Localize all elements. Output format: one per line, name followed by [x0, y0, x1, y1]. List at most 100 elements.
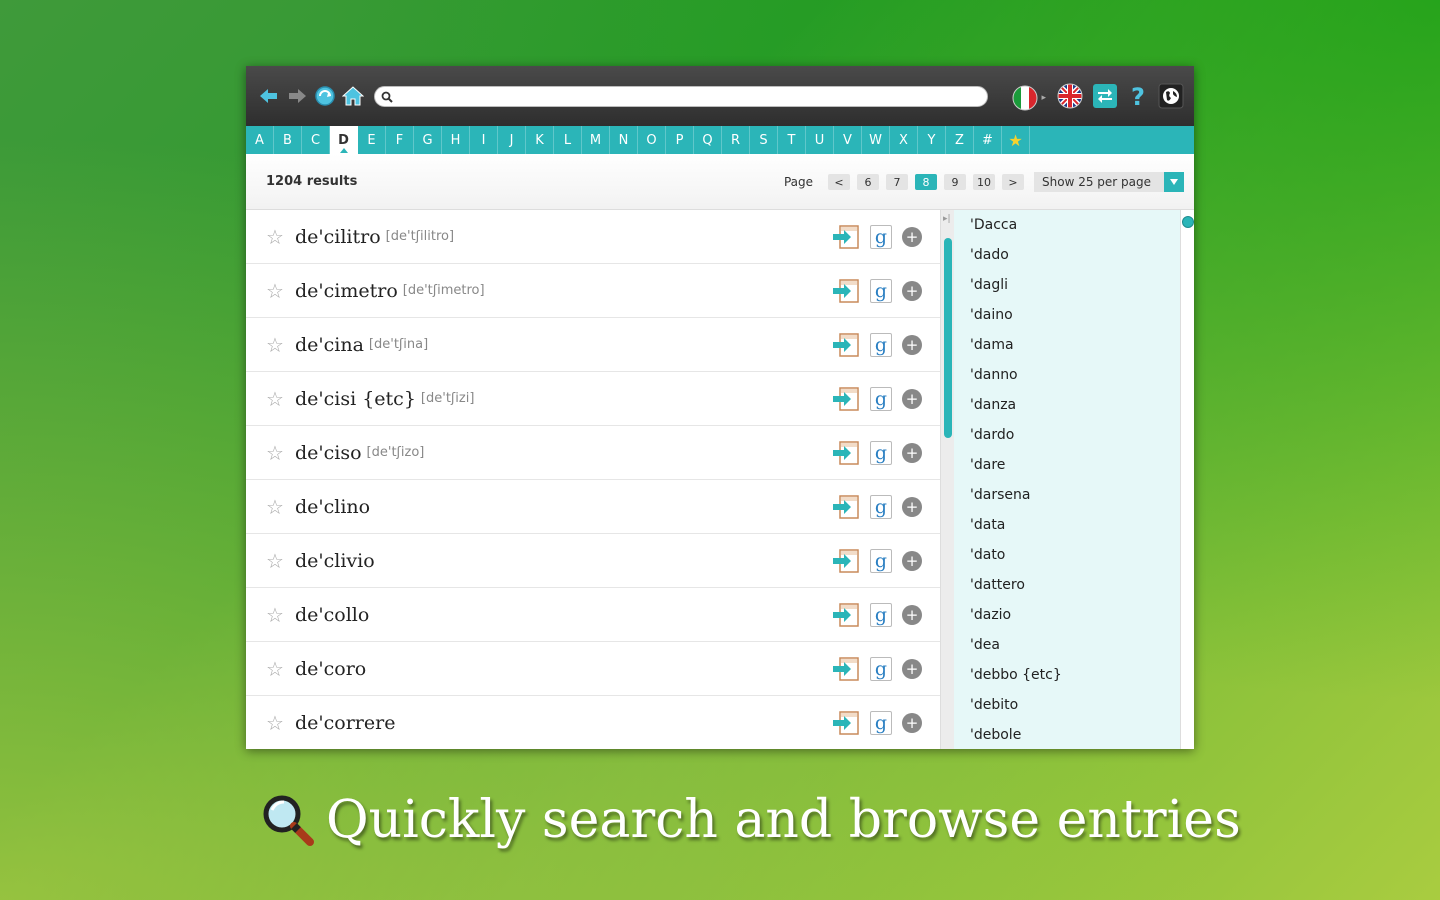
favorites-tab[interactable]: ★ — [1002, 126, 1030, 154]
index-list-item[interactable]: 'daino — [954, 300, 1194, 330]
index-list-item[interactable]: 'dato — [954, 540, 1194, 570]
index-list-item[interactable]: 'debole — [954, 720, 1194, 749]
letter-tab-t[interactable]: T — [778, 126, 806, 154]
google-search-icon[interactable]: g — [870, 387, 892, 411]
open-entry-icon[interactable] — [832, 332, 860, 358]
letter-tab-z[interactable]: Z — [946, 126, 974, 154]
letter-tab-g[interactable]: G — [414, 126, 442, 154]
google-search-icon[interactable]: g — [870, 495, 892, 519]
letter-tab-h[interactable]: H — [442, 126, 470, 154]
letter-tab-w[interactable]: W — [862, 126, 890, 154]
index-list-item[interactable]: 'debbo {etc} — [954, 660, 1194, 690]
favorite-star-icon[interactable]: ☆ — [266, 281, 286, 301]
forward-button[interactable] — [284, 83, 310, 109]
entry-row[interactable]: ☆ de'collo g + — [246, 588, 940, 642]
google-search-icon[interactable]: g — [870, 603, 892, 627]
favorite-star-icon[interactable]: ☆ — [266, 335, 286, 355]
add-icon[interactable]: + — [902, 389, 922, 409]
index-list-item[interactable]: 'data — [954, 510, 1194, 540]
open-entry-icon[interactable] — [832, 386, 860, 412]
favorite-star-icon[interactable]: ☆ — [266, 551, 286, 571]
google-search-icon[interactable]: g — [870, 657, 892, 681]
index-list-scroll-thumb[interactable] — [1182, 216, 1194, 228]
refresh-button[interactable] — [312, 83, 338, 109]
letter-tab-n[interactable]: N — [610, 126, 638, 154]
open-entry-icon[interactable] — [832, 710, 860, 736]
letter-tab-c[interactable]: C — [302, 126, 330, 154]
add-icon[interactable]: + — [902, 335, 922, 355]
favorite-star-icon[interactable]: ☆ — [266, 713, 286, 733]
entry-row[interactable]: ☆ de'cisi {etc} [de'tʃizi] g + — [246, 372, 940, 426]
entry-row[interactable]: ☆ de'clino g + — [246, 480, 940, 534]
letter-tab-x[interactable]: X — [890, 126, 918, 154]
entry-row[interactable]: ☆ de'coro g + — [246, 642, 940, 696]
open-entry-icon[interactable] — [832, 656, 860, 682]
index-list-item[interactable]: 'dagli — [954, 270, 1194, 300]
open-entry-icon[interactable] — [832, 224, 860, 250]
google-search-icon[interactable]: g — [870, 711, 892, 735]
favorite-star-icon[interactable]: ☆ — [266, 605, 286, 625]
index-list-item[interactable]: 'dea — [954, 630, 1194, 660]
letter-tab-o[interactable]: O — [638, 126, 666, 154]
entry-row[interactable]: ☆ de'ciso [de'tʃizo] g + — [246, 426, 940, 480]
open-entry-icon[interactable] — [832, 494, 860, 520]
index-list-item[interactable]: 'Dacca — [954, 210, 1194, 240]
add-icon[interactable]: + — [902, 605, 922, 625]
open-entry-icon[interactable] — [832, 440, 860, 466]
favorite-star-icon[interactable]: ☆ — [266, 227, 286, 247]
google-search-icon[interactable]: g — [870, 279, 892, 303]
entry-list-scrollbar[interactable]: ▸| — [940, 210, 954, 749]
open-entry-icon[interactable] — [832, 602, 860, 628]
letter-tab-q[interactable]: Q — [694, 126, 722, 154]
index-list-item[interactable]: 'dazio — [954, 600, 1194, 630]
source-language-button[interactable]: ▸ — [1011, 84, 1048, 112]
letter-tab-f[interactable]: F — [386, 126, 414, 154]
index-list-item[interactable]: 'danno — [954, 360, 1194, 390]
swap-button[interactable] — [1092, 83, 1118, 113]
search-input[interactable] — [393, 87, 987, 106]
favorite-star-icon[interactable]: ☆ — [266, 497, 286, 517]
index-list-item[interactable]: 'dama — [954, 330, 1194, 360]
entry-row[interactable]: ☆ de'correre g + — [246, 696, 940, 749]
add-icon[interactable]: + — [902, 281, 922, 301]
favorite-star-icon[interactable]: ☆ — [266, 443, 286, 463]
next-page-button[interactable]: > — [1002, 174, 1024, 190]
letter-tab-l[interactable]: L — [554, 126, 582, 154]
index-list-item[interactable]: 'dare — [954, 450, 1194, 480]
letter-tab-hash[interactable]: # — [974, 126, 1002, 154]
entry-row[interactable]: ☆ de'cina [de'tʃina] g + — [246, 318, 940, 372]
index-list-item[interactable]: 'debito — [954, 690, 1194, 720]
letter-tab-y[interactable]: Y — [918, 126, 946, 154]
google-search-icon[interactable]: g — [870, 441, 892, 465]
add-icon[interactable]: + — [902, 659, 922, 679]
letter-tab-r[interactable]: R — [722, 126, 750, 154]
index-list-item[interactable]: 'darsena — [954, 480, 1194, 510]
page-8-button[interactable]: 8 — [915, 174, 937, 190]
back-button[interactable] — [256, 83, 282, 109]
google-search-icon[interactable]: g — [870, 549, 892, 573]
letter-tab-e[interactable]: E — [358, 126, 386, 154]
collapse-arrow-icon[interactable]: ▸| — [943, 214, 951, 224]
web-button[interactable] — [1158, 83, 1184, 113]
page-10-button[interactable]: 10 — [973, 174, 995, 190]
letter-tab-p[interactable]: P — [666, 126, 694, 154]
letter-tab-s[interactable]: S — [750, 126, 778, 154]
add-icon[interactable]: + — [902, 227, 922, 247]
open-entry-icon[interactable] — [832, 548, 860, 574]
help-button[interactable]: ? — [1126, 83, 1150, 113]
letter-tab-v[interactable]: V — [834, 126, 862, 154]
letter-tab-i[interactable]: I — [470, 126, 498, 154]
letter-tab-m[interactable]: M — [582, 126, 610, 154]
page-6-button[interactable]: 6 — [857, 174, 879, 190]
index-list-item[interactable]: 'danza — [954, 390, 1194, 420]
add-icon[interactable]: + — [902, 443, 922, 463]
letter-tab-b[interactable]: B — [274, 126, 302, 154]
prev-page-button[interactable]: < — [828, 174, 850, 190]
page-9-button[interactable]: 9 — [944, 174, 966, 190]
index-list-item[interactable]: 'dado — [954, 240, 1194, 270]
entry-row[interactable]: ☆ de'cilitro [de'tʃilitro] g + — [246, 210, 940, 264]
favorite-star-icon[interactable]: ☆ — [266, 659, 286, 679]
add-icon[interactable]: + — [902, 713, 922, 733]
target-language-button[interactable] — [1056, 82, 1084, 114]
index-list-scrollbar[interactable] — [1180, 210, 1194, 749]
